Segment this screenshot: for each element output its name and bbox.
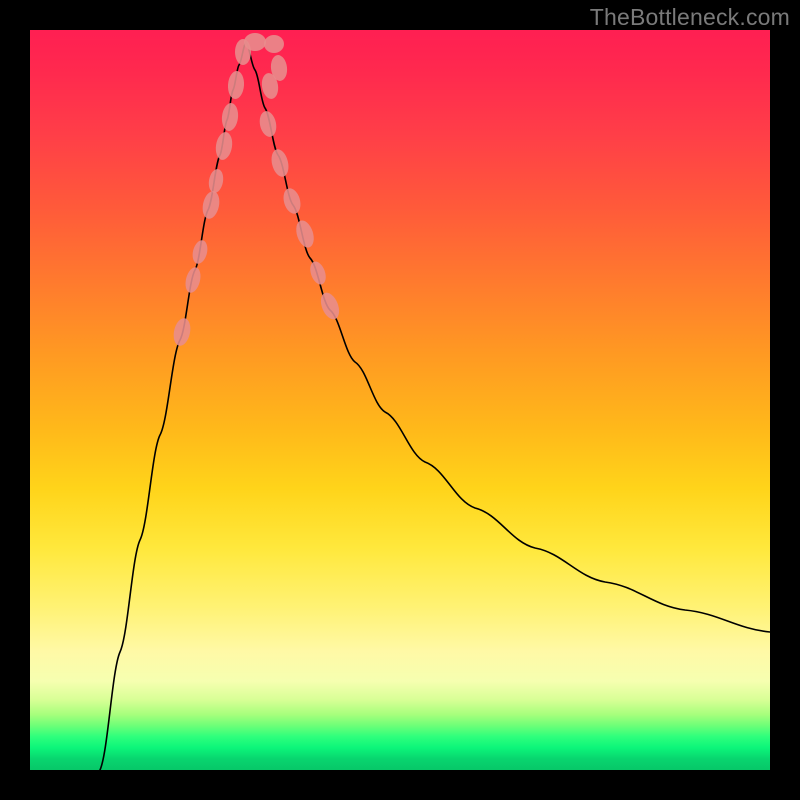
data-point <box>200 190 221 221</box>
data-point <box>281 186 304 215</box>
data-point <box>190 239 209 266</box>
data-point <box>269 147 291 178</box>
chart-frame: TheBottleneck.com <box>0 0 800 800</box>
data-point <box>293 218 317 250</box>
data-point <box>171 317 192 348</box>
data-point <box>207 168 225 194</box>
data-point <box>244 33 266 51</box>
data-point <box>183 266 203 295</box>
data-point <box>227 70 245 99</box>
data-point <box>264 35 284 53</box>
data-point <box>317 290 342 322</box>
watermark-text: TheBottleneck.com <box>590 4 790 31</box>
data-point <box>221 102 240 132</box>
chart-svg <box>30 30 770 770</box>
plot-area <box>30 30 770 770</box>
bottleneck-curve-right <box>246 42 770 632</box>
data-point <box>214 131 234 161</box>
data-point <box>307 259 328 286</box>
data-point <box>257 110 278 139</box>
data-point-markers <box>171 33 342 347</box>
